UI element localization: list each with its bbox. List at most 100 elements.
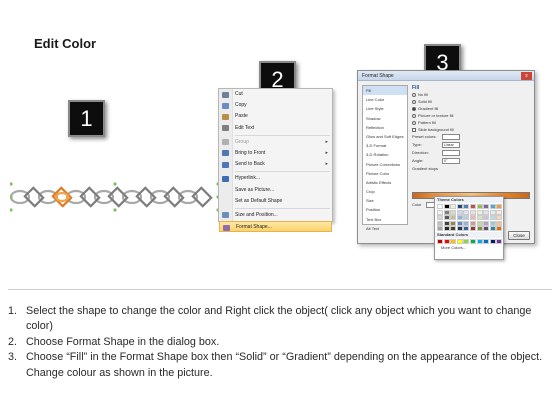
- color-swatch[interactable]: [463, 204, 470, 209]
- nav-item[interactable]: Crop: [363, 187, 407, 196]
- color-swatch[interactable]: [483, 239, 490, 245]
- color-swatch[interactable]: [496, 215, 503, 221]
- color-swatch[interactable]: [456, 204, 463, 209]
- color-swatch[interactable]: [463, 215, 470, 221]
- color-swatch[interactable]: [483, 220, 490, 226]
- menu-item-group[interactable]: Group ▸: [219, 137, 332, 148]
- fill-option[interactable]: Gradient fill: [412, 105, 532, 112]
- nav-item[interactable]: Line Color: [363, 95, 407, 104]
- menu-item-send-to-back[interactable]: Send to Back ▸: [219, 159, 332, 170]
- chain-shape[interactable]: [10, 182, 220, 212]
- menu-item-set-as-default-shape[interactable]: Set as Default Shape: [219, 196, 332, 207]
- color-swatch[interactable]: [483, 209, 490, 215]
- direction-dropdown[interactable]: [442, 150, 460, 156]
- color-swatch[interactable]: [450, 209, 457, 215]
- color-swatch[interactable]: [443, 226, 450, 232]
- color-swatch[interactable]: [437, 239, 443, 245]
- nav-item[interactable]: Alt Text: [363, 224, 407, 233]
- color-swatch[interactable]: [437, 215, 443, 221]
- color-swatch[interactable]: [463, 226, 470, 232]
- menu-item-cut[interactable]: Cut: [219, 89, 332, 100]
- color-swatch[interactable]: [469, 215, 476, 221]
- color-swatch[interactable]: [483, 204, 490, 209]
- color-swatch[interactable]: [450, 226, 457, 232]
- color-swatch[interactable]: [469, 239, 476, 245]
- color-swatch[interactable]: [443, 239, 450, 245]
- color-swatch[interactable]: [456, 209, 463, 215]
- color-swatch[interactable]: [443, 209, 450, 215]
- color-swatch[interactable]: [469, 204, 476, 209]
- color-swatch[interactable]: [496, 226, 503, 232]
- menu-item-save-as-picture[interactable]: Save as Picture...: [219, 185, 332, 196]
- preset-colors-dropdown[interactable]: [442, 134, 460, 140]
- color-swatch[interactable]: [437, 220, 443, 226]
- color-swatch[interactable]: [469, 220, 476, 226]
- fill-option[interactable]: Picture or texture fill: [412, 112, 532, 119]
- color-swatch[interactable]: [443, 215, 450, 221]
- color-swatch[interactable]: [483, 215, 490, 221]
- color-swatch[interactable]: [463, 239, 470, 245]
- menu-item-paste[interactable]: Paste: [219, 111, 332, 122]
- menu-item-format-shape[interactable]: Format Shape...: [219, 221, 332, 233]
- nav-item[interactable]: Picture Corrections: [363, 160, 407, 169]
- angle-input[interactable]: 0°: [442, 158, 460, 164]
- color-swatch[interactable]: [489, 215, 496, 221]
- color-swatch[interactable]: [437, 204, 443, 209]
- color-swatch[interactable]: [456, 239, 463, 245]
- color-swatch[interactable]: [443, 204, 450, 209]
- close-icon[interactable]: x: [521, 72, 532, 80]
- color-swatch[interactable]: [437, 226, 443, 232]
- color-swatch[interactable]: [496, 239, 503, 245]
- color-swatch[interactable]: [469, 209, 476, 215]
- color-swatch[interactable]: [476, 226, 483, 232]
- menu-item-edit-text[interactable]: Edit Text: [219, 123, 332, 134]
- color-swatch[interactable]: [476, 239, 483, 245]
- color-swatch[interactable]: [496, 204, 503, 209]
- menu-item-copy[interactable]: Copy: [219, 100, 332, 111]
- color-swatch[interactable]: [437, 209, 443, 215]
- color-swatch[interactable]: [476, 215, 483, 221]
- nav-item[interactable]: Shadow: [363, 114, 407, 123]
- more-colors-item[interactable]: More Colors...: [435, 245, 503, 251]
- color-swatch[interactable]: [450, 215, 457, 221]
- nav-item[interactable]: Picture Color: [363, 169, 407, 178]
- color-swatch[interactable]: [496, 220, 503, 226]
- color-swatch[interactable]: [476, 209, 483, 215]
- nav-item[interactable]: 3-D Rotation: [363, 150, 407, 159]
- fill-option[interactable]: Pattern fill: [412, 119, 532, 126]
- color-swatch[interactable]: [489, 239, 496, 245]
- color-swatch[interactable]: [443, 220, 450, 226]
- nav-item[interactable]: Fill: [363, 86, 407, 96]
- nav-item[interactable]: Text Box: [363, 215, 407, 224]
- color-swatch[interactable]: [476, 204, 483, 209]
- color-swatch[interactable]: [489, 209, 496, 215]
- nav-item[interactable]: Position: [363, 205, 407, 214]
- nav-item[interactable]: 3-D Format: [363, 141, 407, 150]
- type-dropdown[interactable]: Linear: [442, 142, 460, 148]
- color-swatch[interactable]: [450, 220, 457, 226]
- nav-item[interactable]: Size: [363, 196, 407, 205]
- menu-item-size-and-position[interactable]: Size and Position...: [219, 210, 332, 221]
- color-swatch[interactable]: [456, 215, 463, 221]
- nav-item[interactable]: Glow and Soft Edges: [363, 132, 407, 141]
- color-swatch[interactable]: [456, 226, 463, 232]
- color-swatch[interactable]: [476, 220, 483, 226]
- color-swatch[interactable]: [463, 220, 470, 226]
- color-swatch[interactable]: [489, 204, 496, 209]
- color-swatch[interactable]: [456, 220, 463, 226]
- nav-item[interactable]: Reflection: [363, 123, 407, 132]
- color-swatch[interactable]: [463, 209, 470, 215]
- nav-item[interactable]: Artistic Effects: [363, 178, 407, 187]
- color-swatch[interactable]: [489, 220, 496, 226]
- nav-item[interactable]: Line Style: [363, 104, 407, 113]
- color-swatch[interactable]: [489, 226, 496, 232]
- color-swatch[interactable]: [483, 226, 490, 232]
- close-button[interactable]: Close: [508, 231, 530, 240]
- color-swatch[interactable]: [496, 209, 503, 215]
- fill-option[interactable]: No fill: [412, 91, 532, 98]
- color-swatch[interactable]: [450, 239, 457, 245]
- menu-item-bring-to-front[interactable]: Bring to Front ▸: [219, 148, 332, 159]
- menu-item-hyperlink[interactable]: Hyperlink...: [219, 173, 332, 184]
- color-swatch[interactable]: [450, 204, 457, 209]
- color-swatch[interactable]: [469, 226, 476, 232]
